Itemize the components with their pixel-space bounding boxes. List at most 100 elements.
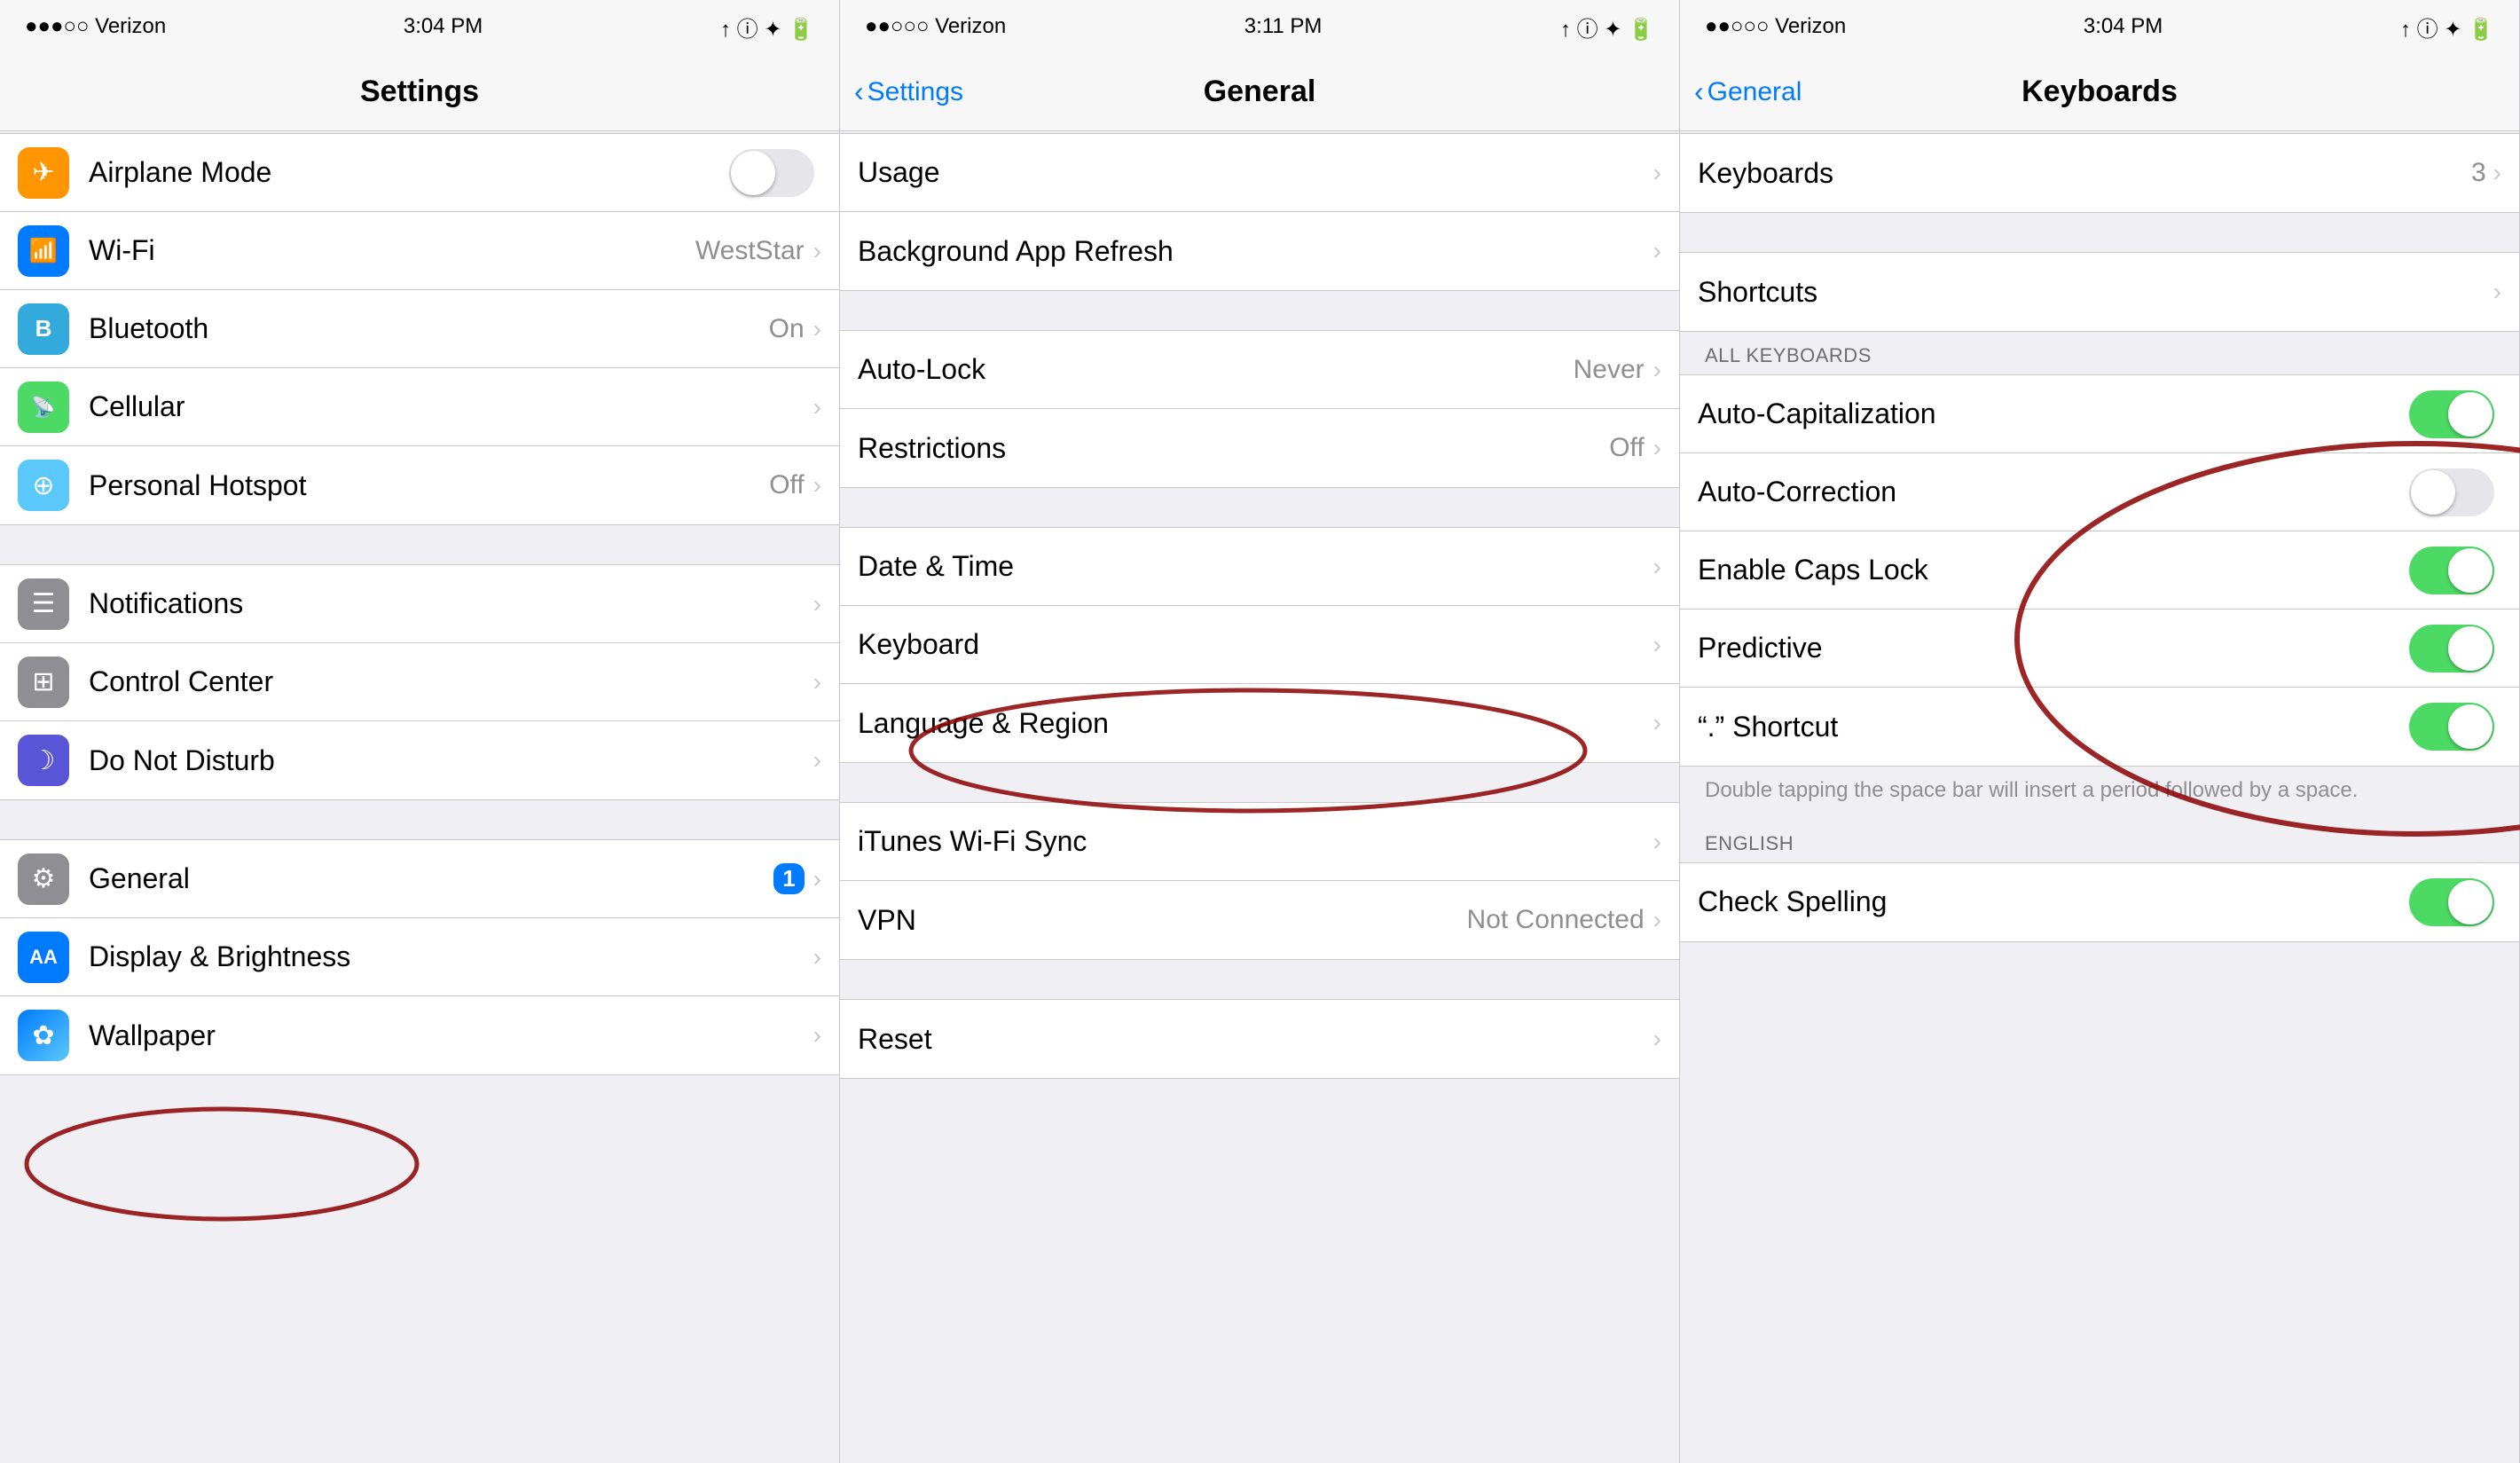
reset-label: Reset	[858, 1023, 1653, 1056]
row-wifi[interactable]: 📶 Wi-Fi WestStar ›	[0, 212, 839, 290]
spacer-k1	[1680, 213, 2519, 252]
row-hotspot[interactable]: ⊕ Personal Hotspot Off ›	[0, 446, 839, 524]
general-label: General	[89, 862, 773, 895]
row-shortcuts[interactable]: Shortcuts ›	[1680, 253, 2519, 331]
usage-chevron: ›	[1653, 159, 1661, 187]
back-chevron-2: ‹	[854, 75, 864, 108]
hotspot-label: Personal Hotspot	[89, 469, 769, 502]
general-group-4: iTunes Wi-Fi Sync › VPN Not Connected ›	[840, 802, 1679, 960]
general-panel: ●●○○○ Verizon 3:11 PM ↑ ⓘ ✦ 🔋 ‹ Settings…	[840, 0, 1680, 1463]
row-datetime[interactable]: Date & Time ›	[840, 528, 1679, 606]
row-general[interactable]: ⚙ General 1 ›	[0, 840, 839, 918]
spacer-g1	[840, 291, 1679, 330]
row-display[interactable]: AA Display & Brightness ›	[0, 918, 839, 996]
panel-keyboards: ●●○○○ Verizon 3:04 PM ↑ ⓘ ✦ 🔋 ‹ General …	[1680, 0, 2520, 1463]
keyboard-label: Keyboard	[858, 628, 1653, 661]
row-airplane[interactable]: ✈ Airplane Mode	[0, 134, 839, 212]
itunes-chevron: ›	[1653, 828, 1661, 856]
row-keyboard[interactable]: Keyboard ›	[840, 606, 1679, 684]
wallpaper-chevron: ›	[813, 1021, 821, 1050]
back-btn-3[interactable]: ‹ General	[1694, 75, 1802, 108]
cellular-icon: 📡	[18, 381, 69, 433]
row-autocorrect[interactable]: Auto-Correction	[1680, 453, 2519, 531]
general-chevron: ›	[813, 865, 821, 893]
notifications-label: Notifications	[89, 587, 813, 620]
period-note: Double tapping the space bar will insert…	[1680, 767, 2519, 820]
row-capslock[interactable]: Enable Caps Lock	[1680, 531, 2519, 610]
row-bluetooth[interactable]: B Bluetooth On ›	[0, 290, 839, 368]
row-wallpaper[interactable]: ✿ Wallpaper ›	[0, 996, 839, 1074]
airplane-toggle[interactable]	[729, 149, 814, 197]
autocorrect-toggle[interactable]	[2409, 468, 2494, 516]
shortcuts-chevron: ›	[2493, 278, 2501, 306]
row-autocap[interactable]: Auto-Capitalization	[1680, 375, 2519, 453]
check-spelling-label: Check Spelling	[1698, 885, 2409, 918]
period-label: “.” Shortcut	[1698, 711, 2409, 743]
bluetooth-icon: B	[18, 303, 69, 355]
capslock-toggle[interactable]	[2409, 547, 2494, 594]
row-cellular[interactable]: 📡 Cellular ›	[0, 368, 839, 446]
row-predictive[interactable]: Predictive	[1680, 610, 2519, 688]
autolock-label: Auto-Lock	[858, 353, 1574, 386]
nav-bar-2: ‹ Settings General	[840, 53, 1679, 131]
row-check-spelling[interactable]: Check Spelling	[1680, 863, 2519, 941]
status-bar-2: ●●○○○ Verizon 3:11 PM ↑ ⓘ ✦ 🔋	[840, 0, 1679, 53]
spacer-g2	[840, 488, 1679, 527]
spacer-g4	[840, 960, 1679, 999]
autocap-label: Auto-Capitalization	[1698, 397, 2409, 430]
wifi-label: Wi-Fi	[89, 234, 695, 267]
row-control-center[interactable]: ⊞ Control Center ›	[0, 643, 839, 721]
display-label: Display & Brightness	[89, 940, 813, 973]
datetime-chevron: ›	[1653, 553, 1661, 581]
period-toggle[interactable]	[2409, 703, 2494, 751]
row-reset[interactable]: Reset ›	[840, 1000, 1679, 1078]
predictive-label: Predictive	[1698, 632, 2409, 665]
row-language[interactable]: Language & Region ›	[840, 684, 1679, 762]
general-group-3: Date & Time › Keyboard › Language & Regi…	[840, 527, 1679, 763]
reset-chevron: ›	[1653, 1025, 1661, 1053]
nav-title-1: Settings	[360, 75, 479, 109]
vpn-chevron: ›	[1653, 906, 1661, 934]
row-usage[interactable]: Usage ›	[840, 134, 1679, 212]
general-badge: 1	[773, 863, 804, 894]
settings-group-1: ✈ Airplane Mode 📶 Wi-Fi WestStar › B Blu…	[0, 133, 839, 525]
row-keyboards[interactable]: Keyboards 3 ›	[1680, 134, 2519, 212]
dnd-icon: ☽	[18, 735, 69, 786]
row-restrictions[interactable]: Restrictions Off ›	[840, 409, 1679, 487]
airplane-icon: ✈	[18, 147, 69, 199]
airplane-label: Airplane Mode	[89, 156, 729, 189]
keyboards-group-4: Check Spelling	[1680, 862, 2519, 942]
row-notifications[interactable]: ☰ Notifications ›	[0, 565, 839, 643]
panel-settings: ●●●○○ Verizon 3:04 PM ↑ ⓘ ✦ 🔋 Settings ✈…	[0, 0, 840, 1463]
row-bg-refresh[interactable]: Background App Refresh ›	[840, 212, 1679, 290]
row-autolock[interactable]: Auto-Lock Never ›	[840, 331, 1679, 409]
back-label-3: General	[1707, 77, 1802, 107]
restrictions-chevron: ›	[1653, 434, 1661, 462]
general-icon: ⚙	[18, 853, 69, 905]
row-itunes[interactable]: iTunes Wi-Fi Sync ›	[840, 803, 1679, 881]
predictive-toggle[interactable]	[2409, 625, 2494, 673]
row-period-shortcut[interactable]: “.” Shortcut	[1680, 688, 2519, 766]
back-btn-2[interactable]: ‹ Settings	[854, 75, 963, 108]
general-group-1: Usage › Background App Refresh ›	[840, 133, 1679, 291]
keyboards-label: Keyboards	[1698, 157, 2471, 190]
back-label-2: Settings	[867, 77, 963, 107]
wifi-chevron: ›	[813, 237, 821, 265]
keyboard-chevron: ›	[1653, 631, 1661, 659]
hotspot-chevron: ›	[813, 471, 821, 499]
general-group-5: Reset ›	[840, 999, 1679, 1079]
itunes-label: iTunes Wi-Fi Sync	[858, 825, 1653, 858]
bluetooth-label: Bluetooth	[89, 312, 769, 345]
english-header: ENGLISH	[1680, 820, 2519, 862]
nav-bar-1: Settings	[0, 53, 839, 131]
row-dnd[interactable]: ☽ Do Not Disturb ›	[0, 721, 839, 799]
autocap-toggle[interactable]	[2409, 390, 2494, 438]
check-spelling-toggle[interactable]	[2409, 878, 2494, 926]
hotspot-value: Off	[769, 470, 804, 500]
general-group-2: Auto-Lock Never › Restrictions Off ›	[840, 330, 1679, 488]
carrier-2: ●●○○○ Verizon	[865, 14, 1006, 39]
autolock-chevron: ›	[1653, 356, 1661, 384]
row-vpn[interactable]: VPN Not Connected ›	[840, 881, 1679, 959]
datetime-label: Date & Time	[858, 550, 1653, 583]
bg-refresh-chevron: ›	[1653, 237, 1661, 265]
